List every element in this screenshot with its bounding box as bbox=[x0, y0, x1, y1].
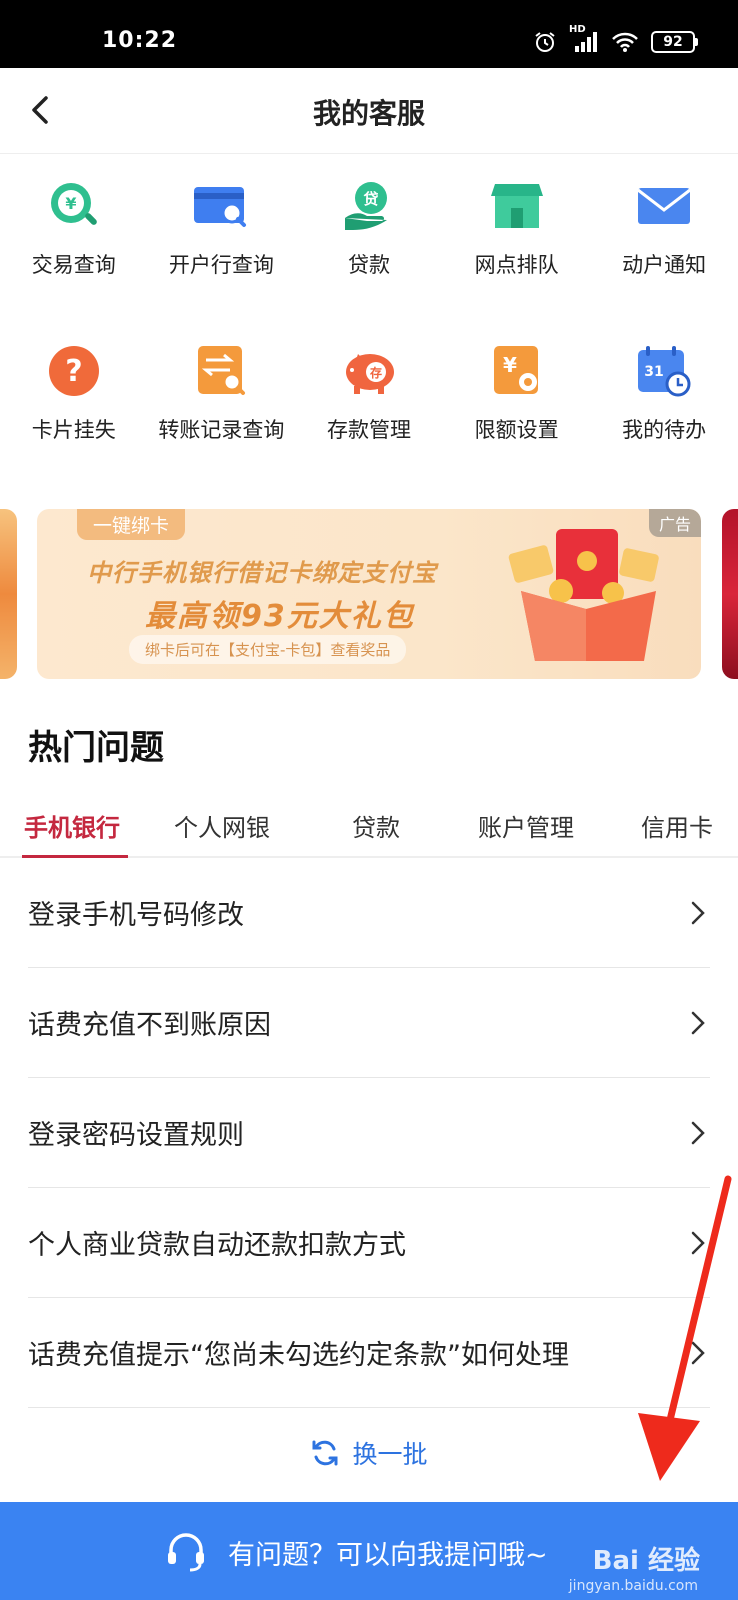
svg-text:¥: ¥ bbox=[65, 194, 76, 213]
service-bank-search[interactable]: 开户行查询 bbox=[148, 175, 296, 340]
banner-tag: 一键绑卡 bbox=[77, 509, 186, 540]
status-icons: HD 92 bbox=[533, 24, 698, 54]
banner-carousel[interactable]: 一键绑卡 广告 中行手机银行借记卡绑定支付宝 最高领93元大礼包 绑卡后可在【支… bbox=[0, 509, 738, 681]
tab-mobile-banking[interactable]: 手机银行 bbox=[24, 808, 120, 843]
question-text: 话费充值不到账原因 bbox=[28, 1010, 271, 1041]
status-bar: 10:22 HD 92 bbox=[0, 0, 738, 68]
tab-personal-online-banking[interactable]: 个人网银 bbox=[174, 808, 270, 843]
service-transaction-search[interactable]: ¥ 交易查询 bbox=[0, 175, 148, 340]
calendar-clock-icon: 31 bbox=[633, 340, 695, 402]
transfer-record-icon bbox=[190, 340, 252, 402]
service-label: 贷款 bbox=[347, 253, 390, 277]
header: 我的客服 bbox=[0, 68, 738, 154]
bank-card-search-icon bbox=[190, 175, 252, 237]
svg-text:31: 31 bbox=[644, 364, 663, 380]
question-mark-icon: ? bbox=[43, 340, 105, 402]
service-row-2: ? 卡片挂失 转账记录查询 存 存款管理 ¥ 限额设置 31 我的待办 bbox=[0, 340, 738, 505]
watermark-logo: Bai 经验 bbox=[592, 1546, 700, 1576]
service-limit-setting[interactable]: ¥ 限额设置 bbox=[443, 340, 591, 505]
question-text: 话费充值提示“您尚未勾选约定条款”如何处理 bbox=[28, 1340, 569, 1371]
tab-account-management[interactable]: 账户管理 bbox=[478, 808, 574, 843]
question-item[interactable]: 话费充值提示“您尚未勾选约定条款”如何处理 bbox=[28, 1298, 710, 1408]
service-deposit[interactable]: 存 存款管理 bbox=[295, 340, 443, 505]
refresh-icon bbox=[312, 1440, 338, 1466]
service-label: 转账记录查询 bbox=[158, 418, 285, 442]
service-loan[interactable]: 贷 贷款 bbox=[295, 175, 443, 340]
banner-note: 绑卡后可在【支付宝-卡包】查看奖品 bbox=[129, 635, 407, 664]
mail-envelope-icon bbox=[633, 175, 695, 237]
service-label: 动户通知 bbox=[622, 253, 707, 277]
watermark-url: jingyan.baidu.com bbox=[568, 1578, 698, 1594]
service-account-notice[interactable]: 动户通知 bbox=[590, 175, 738, 340]
status-time: 10:22 bbox=[102, 28, 178, 53]
service-row-1: ¥ 交易查询 开户行查询 贷 贷款 网点排队 动户通知 bbox=[0, 175, 738, 340]
wifi-icon bbox=[612, 32, 638, 52]
service-label: 限额设置 bbox=[474, 418, 559, 442]
loan-hand-icon: 贷 bbox=[338, 175, 400, 237]
network-label: HD bbox=[569, 24, 586, 35]
signal-icon: HD bbox=[569, 24, 599, 54]
question-item[interactable]: 个人商业贷款自动还款扣款方式 bbox=[28, 1188, 710, 1298]
headset-icon bbox=[168, 1533, 204, 1572]
question-item[interactable]: 登录密码设置规则 bbox=[28, 1078, 710, 1188]
service-label: 我的待办 bbox=[622, 418, 707, 442]
piggy-bank-icon: 存 bbox=[338, 340, 400, 402]
battery-icon: 92 bbox=[651, 31, 698, 53]
question-text: 个人商业贷款自动还款扣款方式 bbox=[28, 1230, 406, 1261]
annotation-arrow bbox=[638, 1175, 732, 1481]
banner-headline: 中行手机银行借记卡绑定支付宝 bbox=[87, 559, 437, 587]
question-list: 登录手机号码修改 话费充值不到账原因 登录密码设置规则 个人商业贷款自动还款扣款… bbox=[28, 858, 710, 1408]
transaction-search-icon: ¥ bbox=[43, 175, 105, 237]
service-label: 卡片挂失 bbox=[31, 418, 116, 442]
question-text: 登录手机号码修改 bbox=[28, 900, 244, 931]
page-title: 我的客服 bbox=[312, 97, 425, 130]
banner-offer: 最高领93元大礼包 bbox=[145, 599, 415, 634]
svg-text:贷: 贷 bbox=[363, 190, 378, 208]
banner-prev-peek[interactable] bbox=[0, 509, 17, 679]
service-label: 交易查询 bbox=[31, 253, 116, 277]
service-card-loss[interactable]: ? 卡片挂失 bbox=[0, 340, 148, 505]
limit-setting-icon: ¥ bbox=[486, 340, 548, 402]
service-grid: ¥ 交易查询 开户行查询 贷 贷款 网点排队 动户通知 ? 卡片挂失 转账记录查… bbox=[0, 175, 738, 505]
category-tabs: 手机银行 个人网银 贷款 账户管理 信用卡 bbox=[0, 800, 738, 858]
svg-text:?: ? bbox=[65, 354, 82, 389]
service-transfer-record[interactable]: 转账记录查询 bbox=[148, 340, 296, 505]
section-title: 热门问题 bbox=[28, 728, 164, 768]
service-branch-queue[interactable]: 网点排队 bbox=[443, 175, 591, 340]
tab-credit-card[interactable]: 信用卡 bbox=[641, 808, 713, 843]
question-item[interactable]: 话费充值不到账原因 bbox=[28, 968, 710, 1078]
alarm-icon bbox=[535, 32, 555, 52]
branch-store-icon bbox=[486, 175, 548, 237]
promo-banner[interactable]: 一键绑卡 广告 中行手机银行借记卡绑定支付宝 最高领93元大礼包 绑卡后可在【支… bbox=[37, 509, 701, 679]
svg-text:存: 存 bbox=[369, 365, 382, 380]
refresh-label: 换一批 bbox=[352, 1440, 428, 1469]
tab-loans[interactable]: 贷款 bbox=[352, 808, 400, 843]
battery-level: 92 bbox=[651, 31, 695, 53]
svg-text:¥: ¥ bbox=[503, 353, 517, 377]
ask-question-content: 有问题？可以向我提问哦~ bbox=[164, 1530, 548, 1574]
question-item[interactable]: 登录手机号码修改 bbox=[28, 858, 710, 968]
ask-question-label: 有问题？可以向我提问哦~ bbox=[228, 1539, 548, 1571]
chevron-right-icon bbox=[691, 1011, 705, 1035]
service-my-todo[interactable]: 31 我的待办 bbox=[590, 340, 738, 505]
service-label: 存款管理 bbox=[326, 418, 411, 442]
question-text: 登录密码设置规则 bbox=[28, 1120, 244, 1151]
gift-box-icon bbox=[508, 529, 659, 661]
banner-next-peek[interactable] bbox=[722, 509, 738, 679]
chevron-right-icon bbox=[691, 901, 705, 925]
service-label: 开户行查询 bbox=[168, 253, 274, 277]
chevron-right-icon bbox=[691, 1121, 705, 1145]
service-label: 网点排队 bbox=[474, 253, 559, 277]
